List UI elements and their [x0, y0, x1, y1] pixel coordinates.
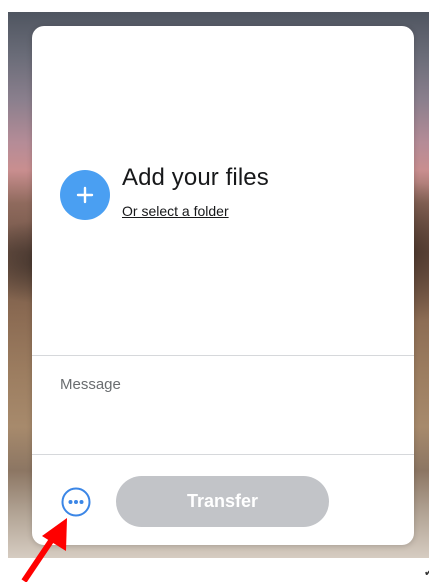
more-options-button[interactable]	[60, 486, 92, 518]
corner-mark: ✔	[424, 567, 429, 579]
add-files-button[interactable]	[60, 170, 110, 220]
more-options-icon	[61, 487, 91, 517]
transfer-button[interactable]: Transfer	[116, 476, 329, 527]
divider	[32, 454, 414, 455]
plus-icon	[76, 186, 94, 204]
divider	[32, 355, 414, 356]
message-field[interactable]	[60, 376, 390, 436]
transfer-panel: Add your files Or select a folder Transf…	[32, 26, 414, 545]
page: Add your files Or select a folder Transf…	[0, 0, 429, 582]
select-folder-link[interactable]: Or select a folder	[122, 203, 229, 219]
red-arrow-annotation	[21, 518, 67, 582]
add-files-title[interactable]: Add your files	[122, 164, 269, 192]
